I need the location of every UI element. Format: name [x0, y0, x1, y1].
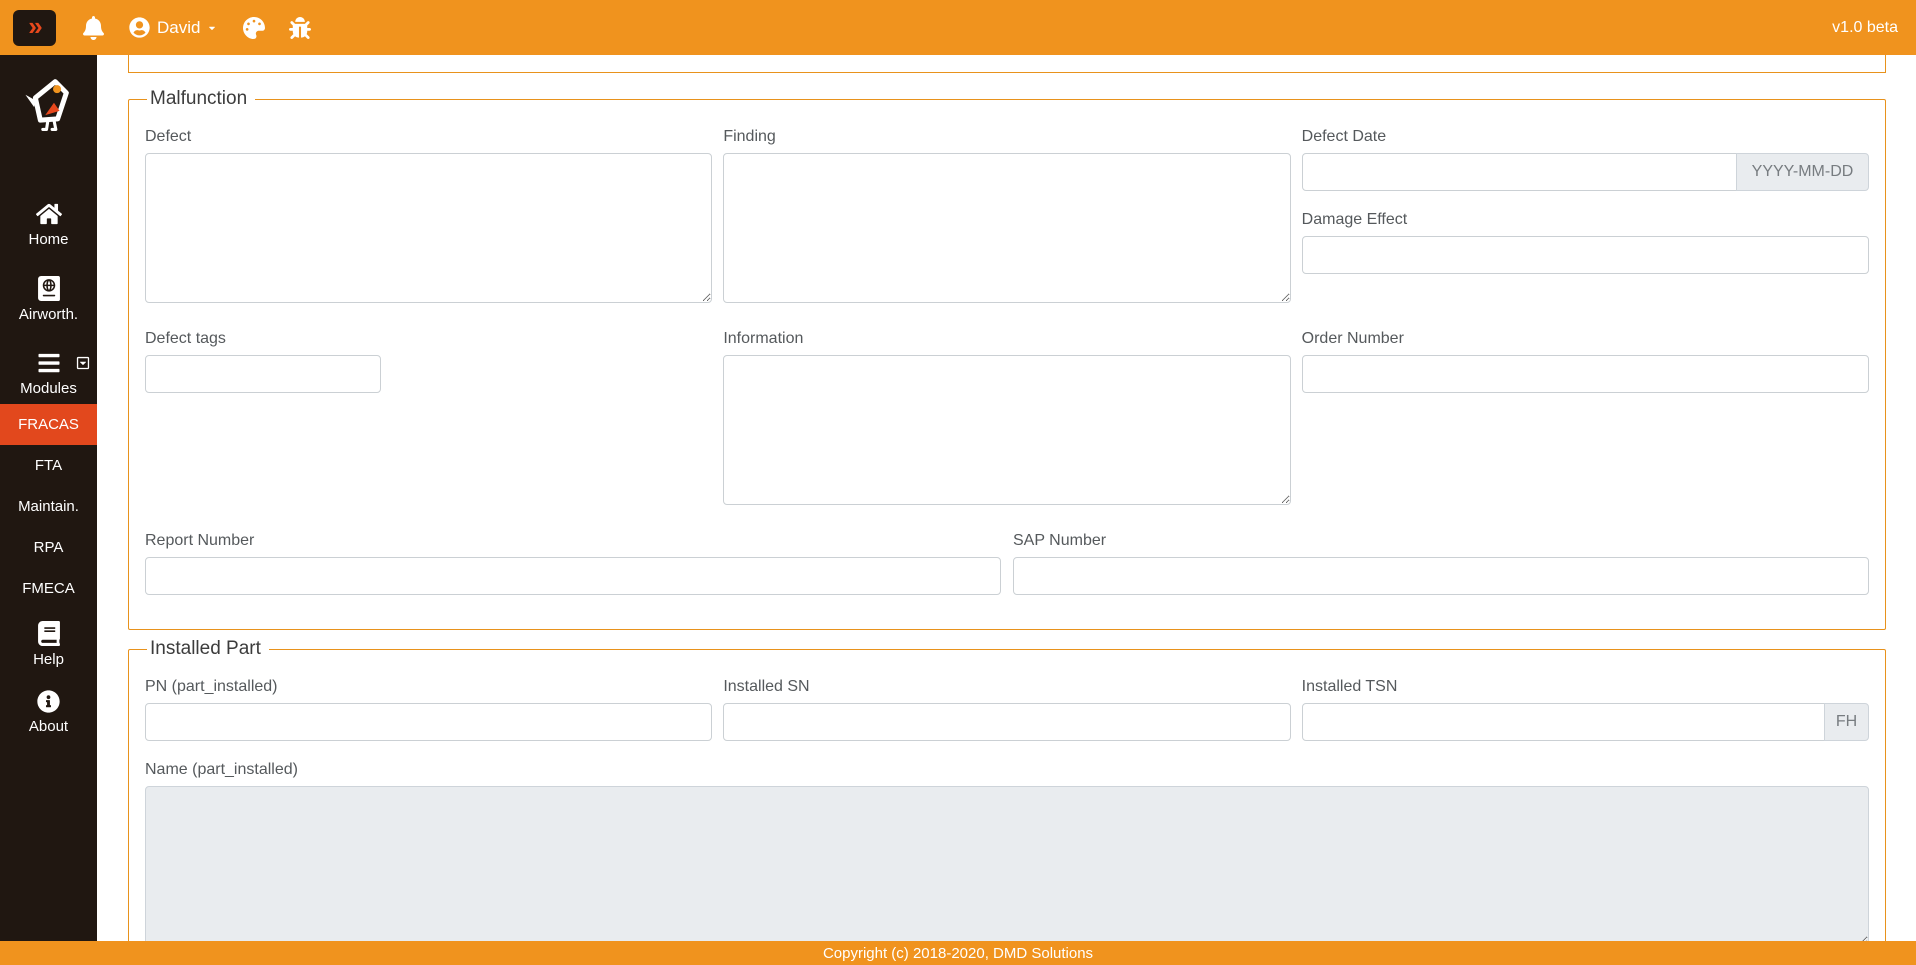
- sidebar-collapse-button[interactable]: »: [13, 9, 56, 46]
- installed-part-section: Installed Part PN (part_installed) Insta…: [128, 638, 1886, 941]
- sidebar-item-label: About: [28, 718, 69, 735]
- user-name: David: [157, 17, 201, 37]
- installed-sn-label: Installed SN: [723, 678, 810, 695]
- installed-tsn-label: Installed TSN: [1301, 678, 1398, 695]
- caret-down-icon: [209, 26, 216, 30]
- app-logo: [18, 73, 80, 140]
- sidebar-item-airworthiness[interactable]: Airworth.: [0, 276, 97, 323]
- sidebar-item-modules[interactable]: Modules: [0, 351, 97, 397]
- defect-label: Defect: [145, 128, 192, 145]
- sidebar-item-maintain[interactable]: Maintain.: [0, 486, 97, 527]
- sidebar-item-label: Airworth.: [18, 306, 79, 323]
- defect-date-label: Defect Date: [1301, 128, 1387, 145]
- palette-icon: [243, 16, 266, 39]
- bug-icon: [289, 16, 312, 39]
- bird-logo-icon: [24, 79, 69, 131]
- info-circle-icon: [37, 690, 60, 713]
- sap-number-label: SAP Number: [1013, 532, 1107, 549]
- damage-effect-input[interactable]: [1301, 236, 1869, 274]
- pn-installed-label: PN (part_installed): [145, 678, 278, 695]
- copyright-text: Copyright (c) 2018-2020, DMD Solutions: [822, 944, 1094, 962]
- finding-label: Finding: [723, 128, 776, 145]
- finding-textarea[interactable]: [723, 153, 1291, 303]
- theme-button[interactable]: [243, 16, 266, 39]
- damage-effect-label: Damage Effect: [1301, 211, 1408, 228]
- notifications-button[interactable]: [82, 15, 105, 40]
- order-number-input[interactable]: [1301, 355, 1869, 393]
- modules-submenu: FRACAS FTA Maintain. RPA FMECA: [0, 404, 97, 609]
- name-installed-label: Name (part_installed): [145, 761, 298, 778]
- order-number-label: Order Number: [1301, 330, 1404, 347]
- installed-sn-input[interactable]: [723, 703, 1291, 741]
- user-circle-icon: [129, 17, 150, 38]
- sidebar-item-label: Modules: [20, 380, 77, 397]
- sidebar-item-fracas[interactable]: FRACAS: [0, 404, 97, 445]
- defect-tags-input[interactable]: [145, 355, 381, 393]
- sidebar-item-help[interactable]: Help: [0, 621, 97, 668]
- debug-report-button[interactable]: [289, 16, 312, 39]
- information-label: Information: [723, 330, 804, 347]
- footer: Copyright (c) 2018-2020, DMD Solutions: [0, 941, 1916, 965]
- pn-installed-input[interactable]: [145, 703, 713, 741]
- report-number-label: Report Number: [145, 532, 255, 549]
- installed-part-legend: Installed Part: [150, 638, 261, 659]
- main-content: Malfunction Defect Finding Defect Date Y: [97, 55, 1916, 941]
- double-chevron-right-icon: »: [28, 10, 43, 41]
- malfunction-legend: Malfunction: [150, 88, 248, 109]
- defect-date-input[interactable]: [1301, 153, 1737, 191]
- sidebar: Home Airworth. Modules FRACAS FTA Mainta…: [0, 55, 97, 941]
- sidebar-item-rpa[interactable]: RPA: [0, 527, 97, 568]
- topbar: » David v1.0 beta: [0, 0, 1916, 55]
- installed-tsn-input[interactable]: [1301, 703, 1825, 741]
- sap-number-input[interactable]: [1013, 557, 1869, 595]
- sidebar-item-fta[interactable]: FTA: [0, 445, 97, 486]
- home-icon: [35, 203, 62, 225]
- defect-textarea[interactable]: [145, 153, 713, 303]
- previous-section-fieldset: [128, 55, 1886, 73]
- book-icon: [37, 621, 60, 646]
- sidebar-item-fmeca[interactable]: FMECA: [0, 568, 97, 609]
- information-textarea[interactable]: [723, 355, 1291, 505]
- report-number-input[interactable]: [145, 557, 1001, 595]
- sidebar-item-label: Help: [33, 651, 64, 668]
- sidebar-item-home[interactable]: Home: [0, 202, 97, 248]
- sidebar-item-about[interactable]: About: [0, 690, 97, 735]
- flight-hours-addon: FH: [1823, 703, 1869, 741]
- name-installed-textarea: [145, 786, 1869, 941]
- user-menu[interactable]: David: [129, 17, 217, 38]
- sidebar-item-label: Home: [28, 231, 69, 248]
- bell-icon: [82, 15, 105, 40]
- version-label: v1.0 beta: [1832, 18, 1898, 36]
- caret-square-down-icon[interactable]: [76, 356, 90, 370]
- passport-icon: [37, 276, 60, 301]
- date-format-addon: YYYY-MM-DD: [1735, 153, 1869, 191]
- menu-bars-icon: [38, 353, 59, 373]
- malfunction-section: Malfunction Defect Finding Defect Date Y: [128, 88, 1886, 630]
- defect-tags-label: Defect tags: [145, 330, 226, 347]
